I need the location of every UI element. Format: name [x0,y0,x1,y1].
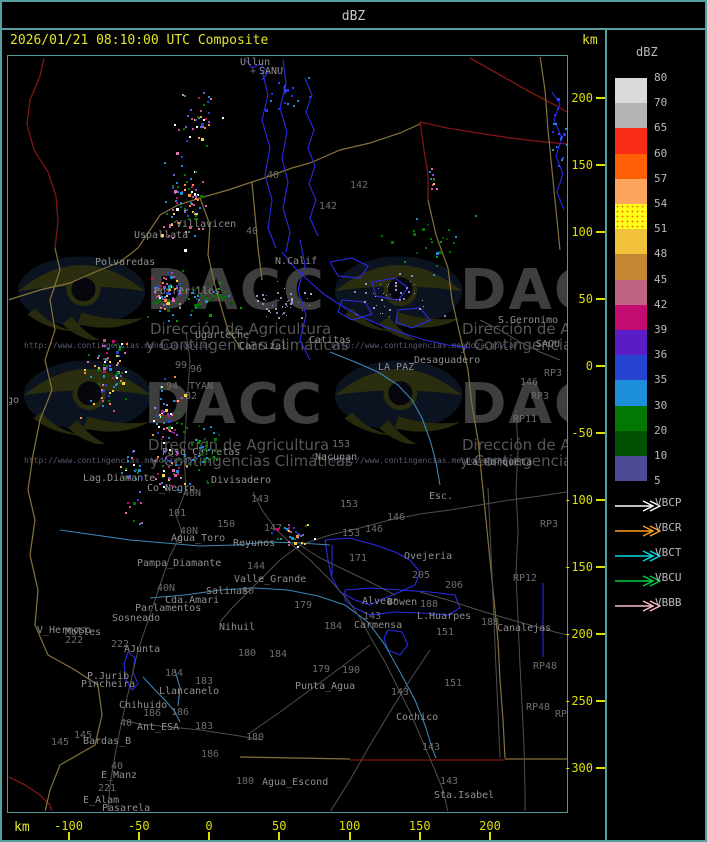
vector-arrow-icon [615,600,662,612]
colorbar-swatch [615,128,647,154]
vector-label: VBCR [655,520,682,534]
x-axis-tick [489,832,491,840]
colorbar-swatch [615,279,647,305]
colorbar-swatch [615,330,647,356]
y-axis-tick-label: -250 [564,694,593,708]
colorbar-label: 10 [654,448,668,462]
colorbar-label: 20 [654,423,668,437]
y-axis-tick [596,566,605,568]
y-axis-tick-label: -200 [564,627,593,641]
colorbar-label: 39 [654,322,668,336]
vector-legend-row [614,597,662,612]
colorbar-swatch [615,456,647,482]
colorbar-label: 42 [654,297,668,311]
y-axis-tick [596,633,605,635]
y-axis-tick [596,164,605,166]
colorbar-label: 65 [654,121,668,135]
y-axis-tick-label: -300 [564,761,593,775]
colorbar-label: 70 [654,96,668,110]
colorbar-swatch [615,178,647,204]
vector-legend-row [614,572,662,587]
y-axis-tick-label: -150 [564,560,593,574]
x-axis-tick [278,832,281,840]
x-axis-tick-label: -100 [54,819,83,833]
colorbar-label: 36 [654,348,668,362]
y-axis-tick [596,298,605,300]
vector-arrow-icon [615,500,662,512]
y-axis-tick-label: 150 [571,158,593,172]
x-axis-tick-label: 100 [338,819,361,833]
y-axis-tick [596,97,605,99]
colorbar-swatch [615,405,647,431]
y-axis-tick [596,231,605,233]
colorbar-label: 48 [654,247,668,261]
y-axis-tick-label: 0 [585,359,593,373]
colorbar-label: 30 [654,398,668,412]
x-axis-tick [418,832,421,840]
colorbar-swatch [615,103,647,129]
vector-legend-row [614,497,662,512]
panel-divider [605,28,607,840]
y-axis-tick-label: 200 [571,91,593,105]
colorbar-swatch [615,304,647,330]
timestamp: 2026/01/21 08:10:00 UTC Composite [10,33,269,48]
colorbar-label: 57 [654,171,668,185]
y-axis-tick [596,432,605,434]
page-title: dBZ [341,9,366,24]
colorbar-swatch [615,430,647,456]
colorbar-label: 35 [654,373,668,387]
x-axis-tick-label: 50 [272,819,287,833]
vector-arrow-icon [615,525,662,537]
y-axis-tick [596,767,605,769]
vector-label: VBCP [655,495,682,509]
colorbar-label: 54 [654,196,668,210]
vector-label: VBCU [655,570,682,584]
x-axis-tick [137,832,140,840]
colorbar-label: 45 [654,272,668,286]
km-unit-top: km [582,33,598,48]
x-axis-tick [67,832,70,840]
x-axis-tick [348,832,351,840]
colorbar-swatch [615,355,647,381]
colorbar-label: 60 [654,146,668,160]
vector-label: VBBB [655,595,682,609]
vector-label: VBCT [655,545,682,559]
colorbar-swatch [615,229,647,255]
vector-arrow-icon [615,575,662,587]
colorbar-swatch [615,254,647,280]
colorbar-swatch [615,153,647,179]
km-unit-bottom: km [14,820,30,835]
x-axis-tick [208,832,210,840]
y-axis-tick [596,499,605,501]
x-axis-tick-label: 200 [479,819,501,833]
vector-legend-row [614,522,662,537]
y-axis-tick-label: -100 [564,493,593,507]
colorbar-swatch [615,380,647,406]
y-axis-tick [596,700,605,702]
y-axis-tick-label: -50 [571,426,593,440]
x-axis-tick-label: 0 [205,819,213,833]
x-axis-tick-label: 150 [408,819,431,833]
x-axis-tick-label: -50 [127,819,150,833]
radar-app-window: dBZ 2026/01/21 08:10:00 UTC Composite km… [0,0,707,842]
titlebar-divider [2,28,705,30]
vector-legend-row [614,547,662,562]
colorbar-label: 5 [654,474,661,488]
vector-arrow-icon [615,550,662,562]
radar-map-viewport[interactable] [7,55,568,813]
y-axis-tick [596,365,605,367]
y-axis-tick-label: 100 [571,225,593,239]
colorbar-title: dBZ [636,45,658,59]
colorbar-swatch [615,78,647,104]
colorbar-label: 51 [654,222,668,236]
colorbar-swatch [615,204,647,230]
y-axis-tick-label: 50 [578,292,593,306]
colorbar-label: 80 [654,70,668,84]
